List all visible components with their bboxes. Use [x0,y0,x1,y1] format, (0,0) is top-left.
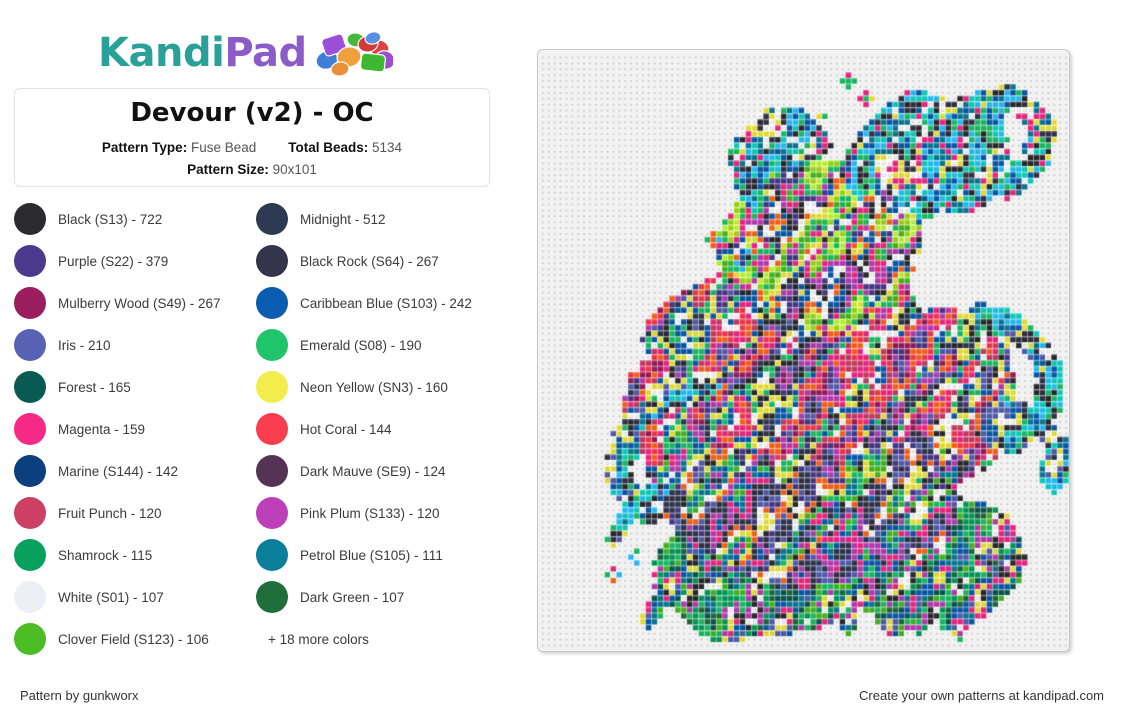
color-swatch [14,581,46,613]
logo-word-pad: Pad [224,30,307,76]
legend-item-label: Fruit Punch - 120 [58,505,162,521]
legend-item[interactable]: Marine (S144) - 142 [14,450,242,492]
fuse-bead-pattern-preview[interactable] [537,49,1070,652]
logo-wordmark: KandiPad [98,33,307,73]
legend-item-label: Midnight - 512 [300,211,386,227]
pattern-board-wrapper [537,49,1072,654]
page-title: Devour (v2) - OC [130,98,374,128]
color-swatch [256,539,288,571]
color-swatch [14,203,46,235]
legend-item[interactable]: Pink Plum (S133) - 120 [256,492,484,534]
legend-item[interactable]: Fruit Punch - 120 [14,492,242,534]
color-swatch [256,455,288,487]
color-swatch [256,413,288,445]
total-beads: Total Beads: 5134 [288,138,402,158]
legend-item-label: Black Rock (S64) - 267 [300,253,439,269]
total-beads-value: 5134 [372,139,403,155]
pattern-size: Pattern Size: 90x101 [187,160,317,180]
legend-item-label: Iris - 210 [58,337,111,353]
logo-word-kandi: Kandi [98,30,225,76]
legend-item[interactable]: White (S01) - 107 [14,576,242,618]
legend-item-label: Emerald (S08) - 190 [300,337,422,353]
pattern-meta-row-1: Pattern Type: Fuse Bead Total Beads: 513… [102,138,402,158]
site-logo[interactable]: KandiPad [98,26,393,80]
legend-item-label: Marine (S144) - 142 [58,463,179,479]
color-swatch [14,329,46,361]
legend-item-label: Dark Green - 107 [300,589,405,605]
legend-item-label: Mulberry Wood (S49) - 267 [58,295,221,311]
pattern-info-card: Devour (v2) - OC Pattern Type: Fuse Bead… [14,88,490,187]
color-swatch [14,623,46,655]
color-swatch [256,245,288,277]
pattern-type: Pattern Type: Fuse Bead [102,138,256,158]
pattern-size-value: 90x101 [272,162,317,178]
legend-item-label: Clover Field (S123) - 106 [58,631,209,647]
pattern-meta-row-2: Pattern Size: 90x101 [187,160,317,180]
legend-item[interactable]: Dark Mauve (SE9) - 124 [256,450,484,492]
bead-cluster-icon [313,30,393,76]
legend-item-label: Petrol Blue (S105) - 111 [300,547,443,563]
color-swatch [14,413,46,445]
legend-item[interactable]: Emerald (S08) - 190 [256,324,484,366]
bead-grid-canvas [540,52,1069,651]
legend-item[interactable]: Petrol Blue (S105) - 111 [256,534,484,576]
footer-promo[interactable]: Create your own patterns at kandipad.com [859,688,1104,703]
legend-item-label: Pink Plum (S133) - 120 [300,505,440,521]
legend-item-label: Shamrock - 115 [58,547,153,563]
legend-item[interactable]: Forest - 165 [14,366,242,408]
legend-item[interactable]: Clover Field (S123) - 106 [14,618,242,660]
legend-item[interactable]: Midnight - 512 [256,198,484,240]
legend-item[interactable]: Hot Coral - 144 [256,408,484,450]
color-legend: Black (S13) - 722 Midnight - 512 Purple (S… [14,198,494,660]
legend-item[interactable]: Caribbean Blue (S103) - 242 [256,282,484,324]
legend-item-label: Magenta - 159 [58,421,146,437]
left-panel: KandiPad Devour (v2) - OC Pattern Type: … [0,0,506,680]
legend-item-label: Black (S13) - 722 [58,211,163,227]
total-beads-label: Total Beads: [288,139,369,155]
legend-item[interactable]: Neon Yellow (SN3) - 160 [256,366,484,408]
color-swatch [14,497,46,529]
color-swatch [256,287,288,319]
color-swatch [256,371,288,403]
legend-item-label: Forest - 165 [58,379,131,395]
legend-item-label: Purple (S22) - 379 [58,253,169,269]
footer-attribution: Pattern by gunkworx [20,688,139,703]
legend-item[interactable]: Dark Green - 107 [256,576,484,618]
legend-item[interactable]: Black (S13) - 722 [14,198,242,240]
legend-item-label: Neon Yellow (SN3) - 160 [300,379,448,395]
legend-item[interactable]: Purple (S22) - 379 [14,240,242,282]
pattern-type-label: Pattern Type: [101,139,188,155]
pattern-size-label: Pattern Size: [187,162,269,178]
color-swatch [14,539,46,571]
legend-item[interactable]: Iris - 210 [14,324,242,366]
legend-item[interactable]: Mulberry Wood (S49) - 267 [14,282,242,324]
color-swatch [14,287,46,319]
more-colors-label[interactable]: + 18 more colors [256,618,484,660]
color-swatch [256,497,288,529]
legend-item[interactable]: Magenta - 159 [14,408,242,450]
legend-item[interactable]: Shamrock - 115 [14,534,242,576]
legend-item-label: White (S01) - 107 [58,589,164,605]
legend-item-label: Hot Coral - 144 [300,421,392,437]
color-swatch [14,455,46,487]
color-swatch [256,203,288,235]
pattern-type-value: Fuse Bead [190,139,257,155]
legend-item-label: Caribbean Blue (S103) - 242 [300,295,472,311]
legend-item-label: Dark Mauve (SE9) - 124 [300,463,446,479]
color-swatch [256,329,288,361]
color-swatch [14,371,46,403]
page-footer: Pattern by gunkworx Create your own patt… [0,684,1124,720]
legend-item[interactable]: Black Rock (S64) - 267 [256,240,484,282]
color-swatch [14,245,46,277]
color-swatch [256,581,288,613]
